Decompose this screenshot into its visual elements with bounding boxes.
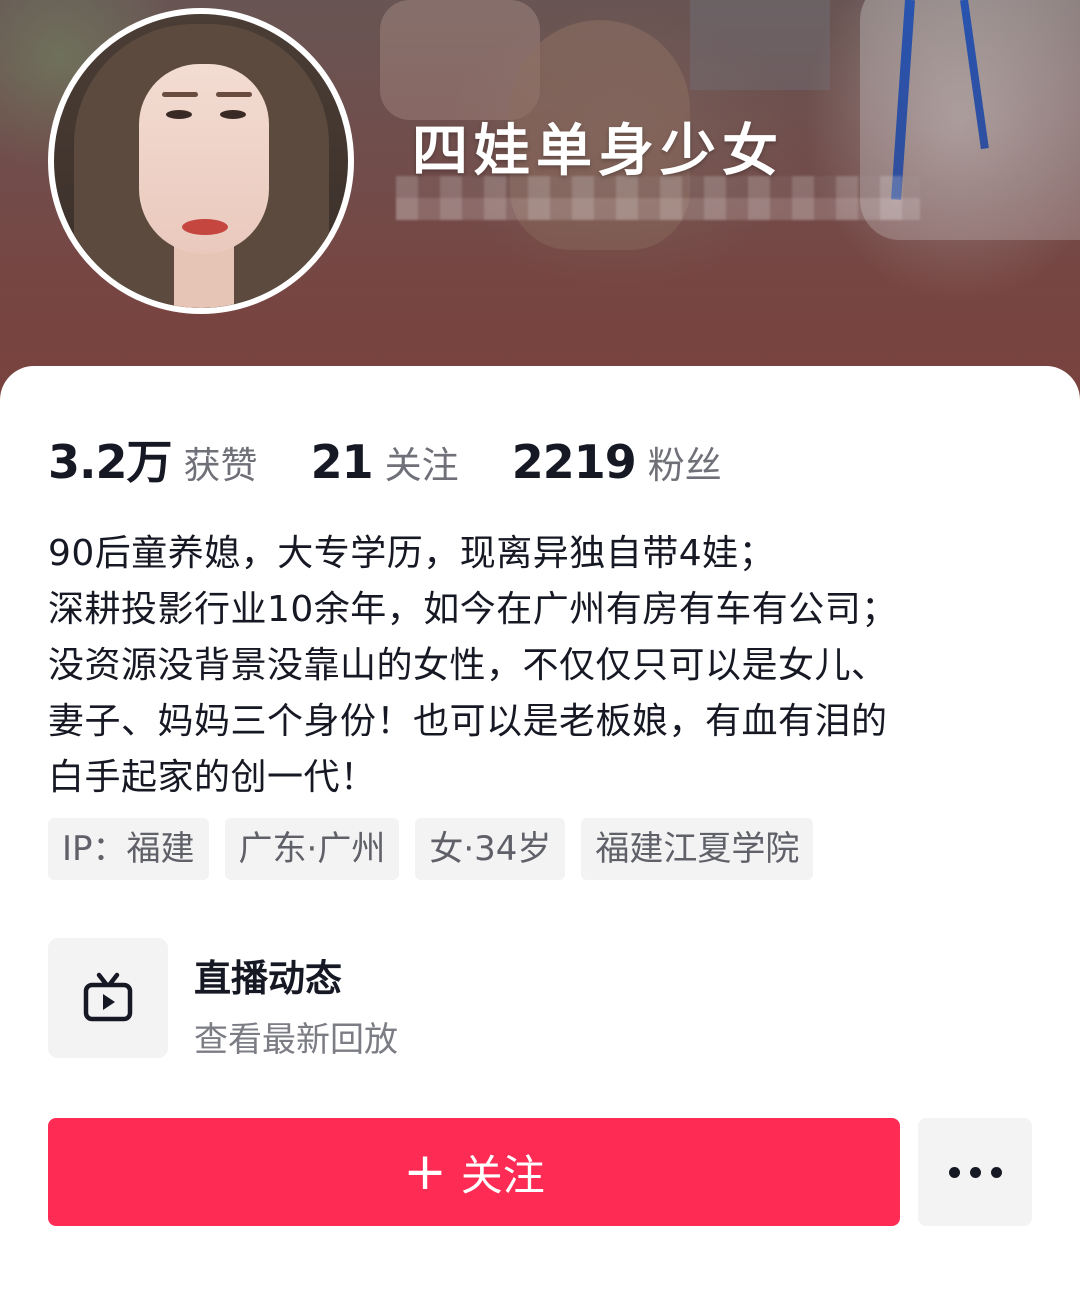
stat-label: 关注 xyxy=(384,444,459,487)
profile-tags: IP：福建 广东·广州 女·34岁 福建江夏学院 xyxy=(48,818,829,880)
stat-followers[interactable]: 2219 粉丝 xyxy=(512,435,722,489)
stat-label: 粉丝 xyxy=(647,444,722,487)
tag-ip-location: IP：福建 xyxy=(48,818,209,880)
stat-value: 21 xyxy=(310,435,374,489)
avatar-brow xyxy=(162,92,198,97)
tag-school[interactable]: 福建江夏学院 xyxy=(581,818,814,880)
bio-line: 90后童养媳，大专学历，现离异独自带4娃； xyxy=(48,533,776,574)
more-dots-icon xyxy=(944,1166,1007,1178)
avatar-lips xyxy=(182,219,228,235)
stat-label: 获赞 xyxy=(183,444,258,487)
bio-line: 妻子、妈妈三个身份！也可以是老板娘，有血有泪的 xyxy=(48,701,888,742)
avatar-neck xyxy=(174,244,234,308)
follow-button[interactable]: + 关注 xyxy=(48,1118,900,1226)
follow-label: 关注 xyxy=(460,1150,545,1200)
bio-line: 白手起家的创一代！ xyxy=(48,757,377,798)
live-subtitle: 查看最新回放 xyxy=(194,1020,398,1060)
live-entry-button[interactable] xyxy=(48,938,168,1058)
more-button[interactable] xyxy=(918,1118,1032,1226)
bio-line: 深耕投影行业10余年，如今在广州有房有车有公司； xyxy=(48,589,898,630)
profile-banner: 四娃单身少女 xyxy=(0,0,1080,420)
plus-icon: + xyxy=(403,1142,447,1202)
live-title[interactable]: 直播动态 xyxy=(194,948,342,1002)
stat-likes[interactable]: 3.2万 获赞 xyxy=(48,426,258,492)
profile-card: 3.2万 获赞 21 关注 2219 粉丝 90后童养媳，大专学历，现离异独自带4娃；… xyxy=(0,366,1080,1296)
avatar-brow xyxy=(216,92,252,97)
profile-nickname: 四娃单身少女 xyxy=(412,119,784,184)
avatar[interactable] xyxy=(48,8,354,314)
tag-city: 广东·广州 xyxy=(224,818,400,880)
tv-icon xyxy=(83,972,133,1022)
stat-following[interactable]: 21 关注 xyxy=(311,435,459,489)
avatar-eye xyxy=(166,110,192,119)
stat-value: 3.2万 xyxy=(48,435,172,489)
avatar-eye xyxy=(220,110,246,119)
profile-stats: 3.2万 获赞 21 关注 2219 粉丝 xyxy=(48,426,770,492)
bio-line: 没资源没背景没靠山的女性，不仅仅只可以是女儿、 xyxy=(48,645,888,686)
stat-value: 2219 xyxy=(511,435,637,489)
profile-bio: 90后童养媳，大专学历，现离异独自带4娃； 深耕投影行业10余年，如今在广州有房… xyxy=(48,526,1038,806)
tag-gender-age: 女·34岁 xyxy=(415,818,566,880)
blurred-user-id xyxy=(396,176,920,220)
